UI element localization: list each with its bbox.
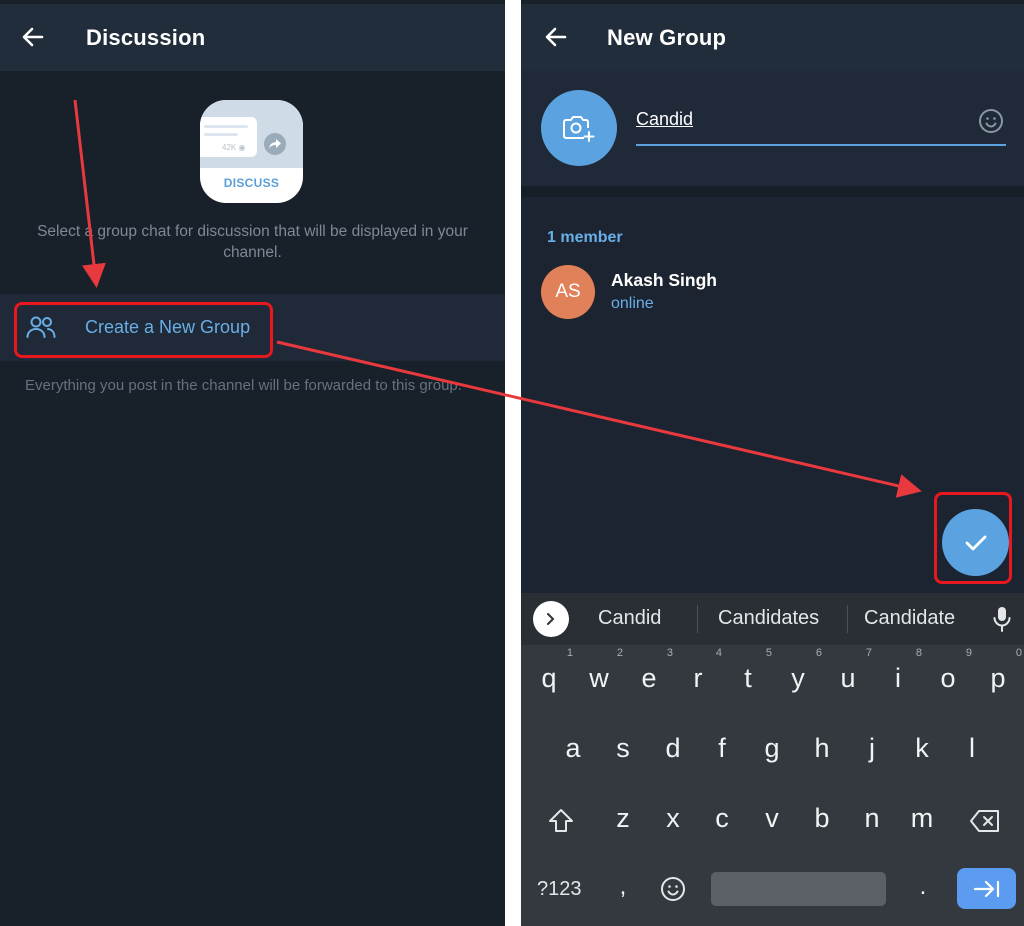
- create-new-group-button[interactable]: Create a New Group: [0, 294, 505, 361]
- key-e[interactable]: e3: [629, 647, 673, 694]
- smiley-icon: [979, 109, 1003, 133]
- avatar: AS: [541, 265, 595, 319]
- suggestion-3[interactable]: Candidate: [864, 607, 955, 630]
- backspace-icon: [970, 810, 999, 832]
- key-period[interactable]: .: [903, 873, 943, 901]
- key-s[interactable]: s: [603, 733, 643, 764]
- views-count: 42K ◉: [222, 143, 246, 152]
- next-key[interactable]: [957, 868, 1016, 909]
- smiley-icon: [661, 877, 685, 901]
- member-status: online: [611, 295, 654, 312]
- microphone-icon: [993, 607, 1011, 632]
- key-d[interactable]: d: [653, 733, 693, 764]
- suggestion-divider: [697, 605, 698, 633]
- group-icon: [26, 316, 56, 338]
- member-name: Akash Singh: [611, 270, 717, 290]
- key-x[interactable]: x: [653, 803, 693, 834]
- discuss-label: DISCUSS: [223, 176, 280, 190]
- key-y[interactable]: y6: [778, 647, 822, 694]
- key-p[interactable]: p0: [978, 647, 1022, 694]
- key-w[interactable]: w2: [579, 647, 623, 694]
- back-button[interactable]: [541, 22, 571, 52]
- app-bar: New Group: [521, 4, 1024, 71]
- key-m[interactable]: m: [902, 803, 942, 834]
- members-count-header: 1 member: [547, 229, 623, 246]
- key-comma[interactable]: ,: [603, 873, 643, 901]
- symbols-key[interactable]: ?123: [537, 878, 582, 901]
- key-z[interactable]: z: [603, 803, 643, 834]
- key-n[interactable]: n: [852, 803, 892, 834]
- backspace-key[interactable]: [967, 805, 1003, 837]
- shift-icon: [549, 809, 573, 832]
- help-text: Select a group chat for discussion that …: [37, 223, 468, 261]
- key-t[interactable]: t5: [728, 647, 772, 694]
- section-divider: [521, 186, 1024, 197]
- expand-toolbar-button[interactable]: [533, 601, 569, 637]
- member-list-item[interactable]: AS Akash Singh online: [521, 258, 1024, 324]
- key-o[interactable]: o9: [928, 647, 972, 694]
- keyboard-suggestion-bar: Candid Candidates Candidate: [521, 593, 1024, 645]
- set-group-photo-button[interactable]: [541, 90, 617, 166]
- page-title: New Group: [607, 25, 727, 50]
- camera-add-icon: [563, 116, 595, 142]
- eye-icon: ◉: [238, 143, 246, 152]
- discuss-illustration: 42K ◉ DISCUSS: [200, 100, 303, 203]
- new-group-screen: New Group 1 member AS Akash Singh online: [521, 0, 1024, 926]
- app-bar: Discussion: [0, 4, 505, 71]
- key-b[interactable]: b: [802, 803, 842, 834]
- confirm-create-group-button[interactable]: [942, 509, 1009, 576]
- suggestion-2[interactable]: Candidates: [718, 607, 819, 630]
- key-l[interactable]: l: [952, 733, 992, 764]
- key-i[interactable]: i8: [878, 647, 922, 694]
- page-title: Discussion: [86, 25, 206, 50]
- key-h[interactable]: h: [802, 733, 842, 764]
- key-j[interactable]: j: [852, 733, 892, 764]
- input-underline: [636, 144, 1006, 146]
- arrow-left-icon: [545, 27, 567, 47]
- footer-text: Everything you post in the channel will …: [25, 377, 462, 394]
- key-v[interactable]: v: [752, 803, 792, 834]
- group-name-section: [521, 71, 1024, 186]
- voice-input-button[interactable]: [989, 605, 1015, 633]
- emoji-key[interactable]: [659, 875, 687, 903]
- space-key[interactable]: [711, 872, 886, 906]
- key-f[interactable]: f: [702, 733, 742, 764]
- key-g[interactable]: g: [752, 733, 792, 764]
- suggestion-divider: [847, 605, 848, 633]
- group-name-input[interactable]: [636, 109, 966, 130]
- check-icon: [965, 535, 986, 550]
- key-r[interactable]: r4: [678, 647, 723, 694]
- create-new-group-label: Create a New Group: [85, 317, 251, 337]
- discussion-screen: Discussion 42K ◉ DISCUSS Select a group …: [0, 0, 505, 926]
- chevron-right-icon: [547, 613, 555, 625]
- key-k[interactable]: k: [902, 733, 942, 764]
- key-a[interactable]: a: [553, 733, 593, 764]
- tab-arrow-icon: [973, 880, 999, 897]
- suggestion-1[interactable]: Candid: [598, 607, 661, 630]
- key-u[interactable]: u7: [828, 647, 872, 694]
- key-q[interactable]: q1: [529, 647, 573, 694]
- back-button[interactable]: [18, 22, 48, 52]
- key-c[interactable]: c: [702, 803, 742, 834]
- emoji-button[interactable]: [978, 108, 1004, 134]
- shift-key[interactable]: [543, 803, 579, 839]
- share-icon: [264, 133, 286, 155]
- arrow-left-icon: [22, 27, 44, 47]
- on-screen-keyboard: q1 w2 e3 r4 t5 y6 u7 i8 o9 p0 a s d f g …: [521, 645, 1024, 926]
